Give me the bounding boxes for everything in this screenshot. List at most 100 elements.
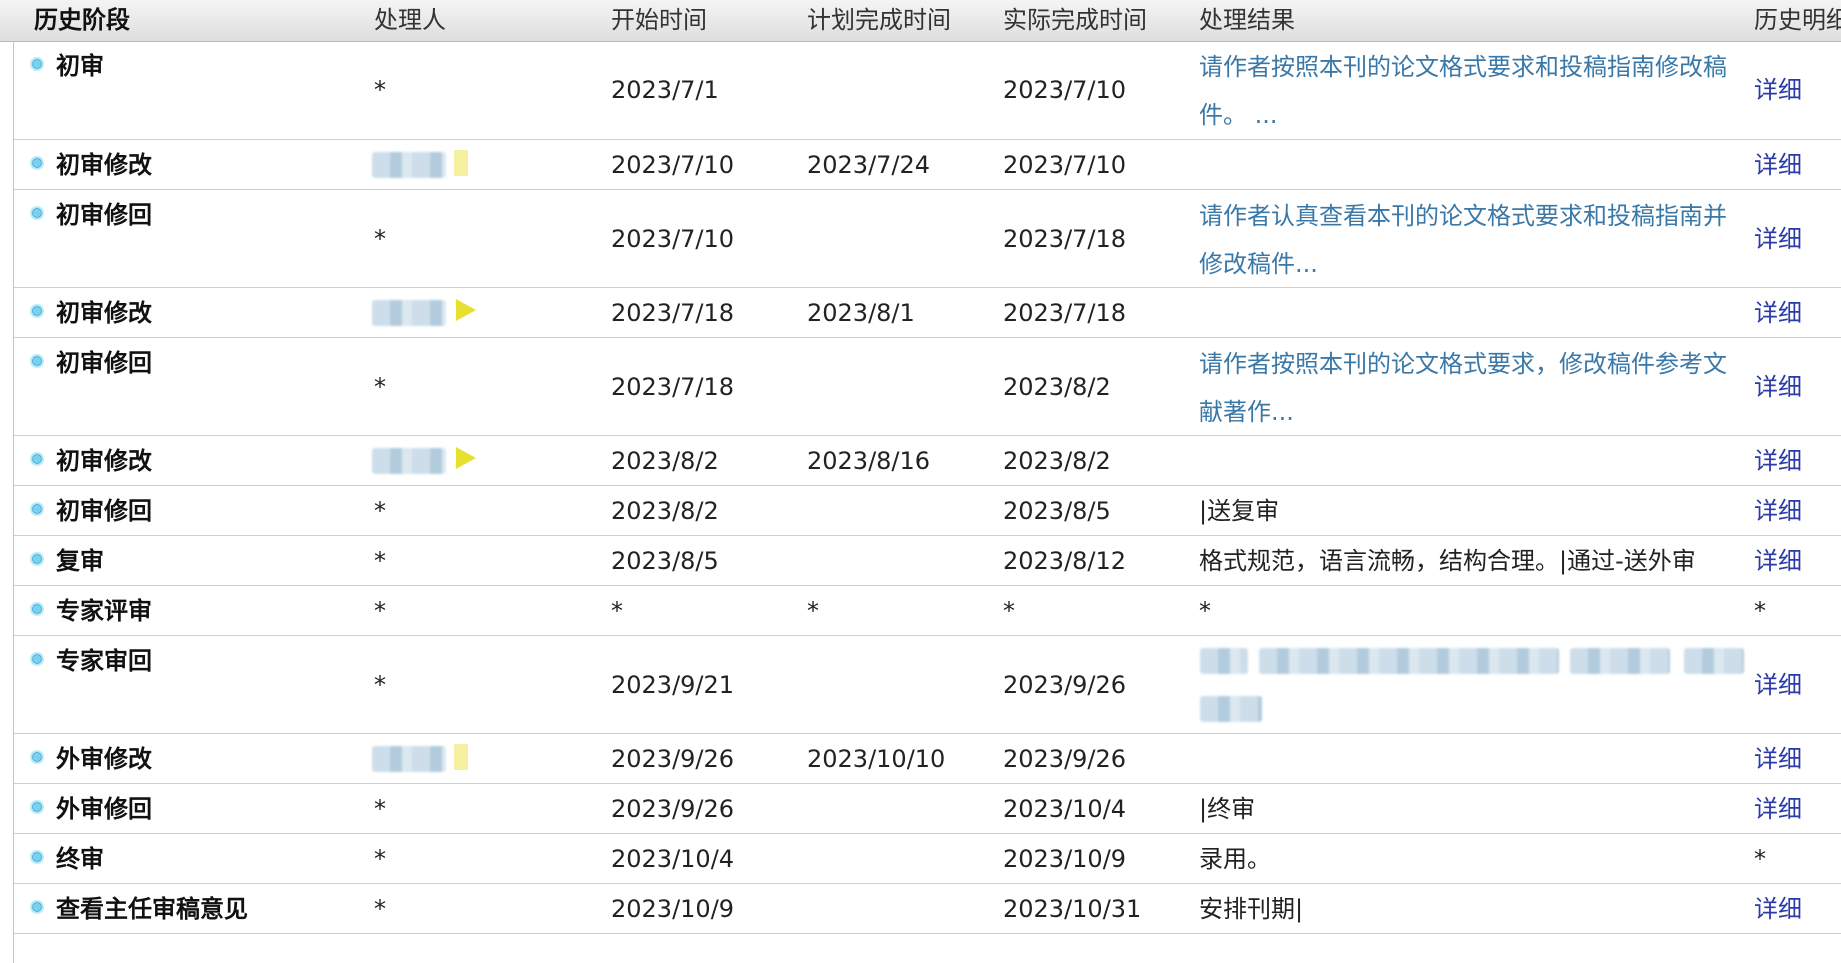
plan-cell: 2023/8/1 — [807, 299, 915, 327]
redacted-handler — [372, 300, 446, 326]
status-dot-icon — [30, 900, 44, 914]
actual-cell: 2023/8/12 — [1003, 547, 1127, 575]
result-cell: |终审 — [1199, 795, 1256, 823]
detail-link[interactable]: 详细 — [1754, 892, 1802, 926]
start-cell: 2023/8/2 — [611, 447, 719, 475]
stage-label: 初审修回 — [56, 349, 152, 377]
detail-link[interactable]: 详细 — [1754, 444, 1802, 478]
plan-cell: 2023/10/10 — [807, 745, 946, 773]
handler-cell: * — [374, 225, 386, 253]
result-link[interactable]: 请作者按照本刊的论文格式要求和投稿指南修改稿件。 ... — [1199, 43, 1749, 139]
detail-link[interactable]: 详细 — [1754, 222, 1802, 256]
handler-cell: * — [374, 76, 386, 104]
handler-cell: * — [374, 547, 386, 575]
start-cell: * — [611, 597, 623, 625]
stage-label: 初审 — [56, 52, 104, 80]
table-row: 初审修改 2023/8/2 2023/8/16 2023/8/2 详细 — [14, 436, 1841, 486]
table-row: 专家审回 * 2023/9/21 2023/9/26 详细 — [14, 636, 1841, 734]
stage-cell: 专家评审 — [30, 594, 152, 628]
detail-link[interactable]: 详细 — [1754, 494, 1802, 528]
handler-cell: * — [374, 597, 386, 625]
header-result: 处理结果 — [1199, 6, 1295, 34]
detail-cell: * — [1754, 597, 1766, 625]
start-cell: 2023/8/2 — [611, 497, 719, 525]
result-link[interactable]: 请作者按照本刊的论文格式要求，修改稿件参考文献著作... — [1199, 340, 1749, 436]
status-dot-icon — [30, 156, 44, 170]
table-row: 初审修回 * 2023/7/10 2023/7/18 请作者认真查看本刊的论文格… — [14, 190, 1841, 288]
redacted-result — [1200, 696, 1262, 722]
stage-label: 外审修改 — [56, 745, 152, 773]
status-dot-icon — [30, 354, 44, 368]
actual-cell: 2023/8/2 — [1003, 373, 1111, 401]
plan-cell: * — [807, 597, 819, 625]
status-dot-icon — [30, 652, 44, 666]
result-cell: 安排刊期| — [1199, 895, 1304, 923]
handler-cell: * — [374, 795, 386, 823]
header-detail: 历史明细 — [1754, 6, 1841, 34]
result-link[interactable]: 请作者认真查看本刊的论文格式要求和投稿指南并修改稿件... — [1199, 192, 1749, 288]
stage-cell: 初审修改 — [30, 296, 152, 330]
stage-label: 初审修改 — [56, 447, 152, 475]
redacted-result — [1684, 648, 1744, 674]
flag-icon — [456, 299, 476, 321]
redacted-result — [1200, 648, 1248, 674]
actual-cell: 2023/8/5 — [1003, 497, 1111, 525]
stage-cell: 初审修改 — [30, 444, 152, 478]
detail-link[interactable]: 详细 — [1754, 544, 1802, 578]
handler-cell: * — [374, 671, 386, 699]
detail-link[interactable]: 详细 — [1754, 73, 1802, 107]
status-dot-icon — [30, 602, 44, 616]
stage-cell: 初审修回 — [30, 346, 152, 380]
stage-cell: 初审修回 — [30, 198, 152, 232]
status-dot-icon — [30, 304, 44, 318]
flag-icon — [454, 744, 468, 770]
table-row: 外审修改 2023/9/26 2023/10/10 2023/9/26 详细 — [14, 734, 1841, 784]
history-table: 历史阶段 处理人 开始时间 计划完成时间 实际完成时间 处理结果 历史明细 初审… — [0, 0, 1841, 963]
actual-cell: 2023/8/2 — [1003, 447, 1111, 475]
start-cell: 2023/9/26 — [611, 795, 735, 823]
stage-cell: 查看主任审稿意见 — [30, 892, 248, 926]
stage-label: 专家评审 — [56, 597, 152, 625]
stage-label: 初审修改 — [56, 299, 152, 327]
flag-icon — [454, 150, 468, 176]
handler-cell: * — [374, 373, 386, 401]
actual-cell: 2023/9/26 — [1003, 745, 1127, 773]
start-cell: 2023/7/10 — [611, 151, 735, 179]
detail-link[interactable]: 详细 — [1754, 370, 1802, 404]
start-cell: 2023/7/18 — [611, 373, 735, 401]
detail-link[interactable]: 详细 — [1754, 792, 1802, 826]
handler-cell: * — [374, 895, 386, 923]
stage-label: 初审修改 — [56, 151, 152, 179]
actual-cell: 2023/7/10 — [1003, 76, 1127, 104]
table-row: 外审修回 * 2023/9/26 2023/10/4 |终审 详细 — [14, 784, 1841, 834]
stage-label: 初审修回 — [56, 201, 152, 229]
table-row: 初审修改 2023/7/18 2023/8/1 2023/7/18 详细 — [14, 288, 1841, 338]
stage-label: 查看主任审稿意见 — [56, 895, 248, 923]
stage-cell: 初审 — [30, 49, 104, 83]
actual-cell: 2023/10/4 — [1003, 795, 1127, 823]
status-dot-icon — [30, 206, 44, 220]
status-dot-icon — [30, 57, 44, 71]
result-cell: 格式规范，语言流畅，结构合理。|通过-送外审 — [1199, 547, 1696, 575]
start-cell: 2023/7/1 — [611, 76, 719, 104]
start-cell: 2023/10/9 — [611, 895, 735, 923]
plan-cell: 2023/7/24 — [807, 151, 931, 179]
detail-link[interactable]: 详细 — [1754, 148, 1802, 182]
redacted-handler — [372, 448, 446, 474]
detail-link[interactable]: 详细 — [1754, 668, 1802, 702]
actual-cell: 2023/10/9 — [1003, 845, 1127, 873]
stage-label: 复审 — [56, 547, 104, 575]
redacted-result — [1259, 648, 1559, 674]
stage-label: 专家审回 — [56, 647, 152, 675]
start-cell: 2023/9/26 — [611, 745, 735, 773]
redacted-handler — [372, 746, 446, 772]
header-stage: 历史阶段 — [34, 6, 130, 34]
detail-link[interactable]: 详细 — [1754, 296, 1802, 330]
stage-cell: 初审修改 — [30, 148, 152, 182]
table-row: 终审 * 2023/10/4 2023/10/9 录用。 * — [14, 834, 1841, 884]
start-cell: 2023/7/10 — [611, 225, 735, 253]
status-dot-icon — [30, 502, 44, 516]
detail-link[interactable]: 详细 — [1754, 742, 1802, 776]
table-row: 初审 * 2023/7/1 2023/7/10 请作者按照本刊的论文格式要求和投… — [14, 41, 1841, 140]
start-cell: 2023/7/18 — [611, 299, 735, 327]
